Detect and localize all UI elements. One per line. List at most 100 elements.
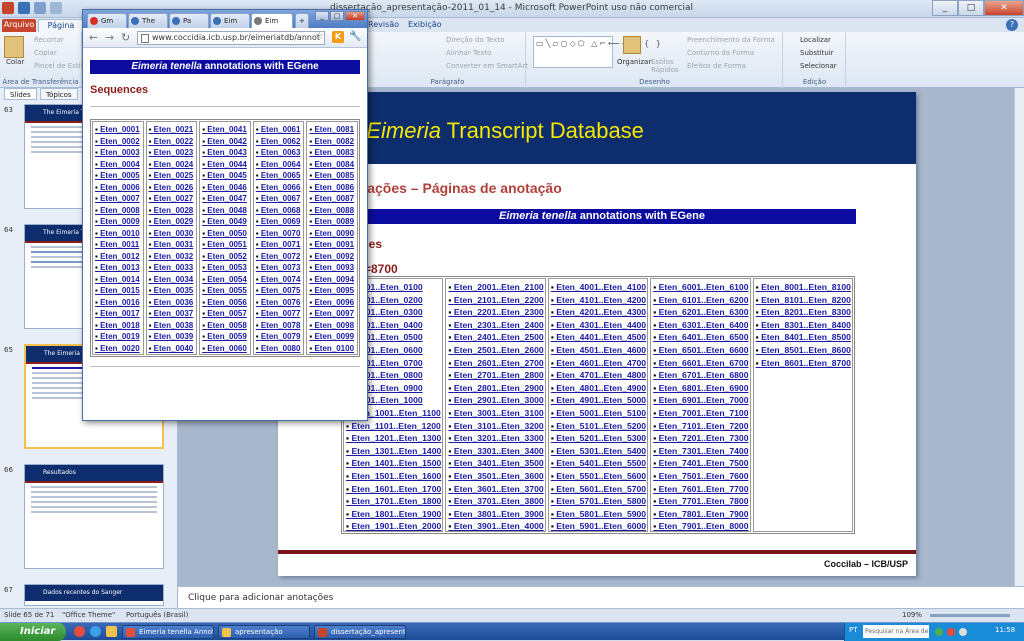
format-painter-button[interactable]: Pincel de Estilo (34, 62, 87, 70)
vertical-scrollbar[interactable] (1014, 88, 1024, 586)
sequence-link[interactable]: Eten_0016 (93, 297, 143, 309)
sequence-link[interactable]: Eten_0099 (307, 331, 357, 343)
sequence-link[interactable]: Eten_0056 (200, 297, 250, 309)
sequence-link[interactable]: Eten_4601..Eten_4700 (549, 357, 647, 370)
sequence-link[interactable]: Eten_0076 (254, 297, 304, 309)
sequence-link[interactable]: Eten_0039 (147, 331, 197, 343)
sequence-link[interactable]: Eten_0049 (200, 216, 250, 228)
sequence-link[interactable]: Eten_8301..Eten_8400 (754, 319, 852, 332)
sequence-link[interactable]: Eten_0100 (307, 343, 357, 355)
paste-button[interactable]: Colar (6, 58, 24, 66)
text-direction-button[interactable]: Direção do Texto (446, 36, 504, 44)
browser-tab[interactable]: Eim (210, 13, 250, 28)
sequence-link[interactable]: Eten_7001..Eten_7100 (651, 407, 749, 420)
browser-window[interactable]: Gm The Pa Eim Eim + _ □ ✕ ← → ↻ www.cocc… (82, 9, 368, 421)
sequence-link[interactable]: Eten_1801..Eten_1900 (344, 508, 442, 521)
sequence-link[interactable]: Eten_2601..Eten_2700 (446, 357, 544, 370)
sequence-link[interactable]: Eten_0004 (93, 159, 143, 171)
sequence-link[interactable]: Eten_5201..Eten_5300 (549, 432, 647, 445)
shapes-gallery[interactable]: ▭╲▱○◇⬠ △⌐⟵⟶☆{ } (533, 36, 661, 68)
sequence-link[interactable]: Eten_0019 (93, 331, 143, 343)
taskbar-browser[interactable]: Eimeria tenella Annot... (122, 625, 214, 639)
browser-close-button[interactable]: ✕ (345, 11, 365, 21)
sequence-link[interactable]: Eten_0095 (307, 285, 357, 297)
sequence-link[interactable]: Eten_5301..Eten_5400 (549, 445, 647, 458)
sequence-link[interactable]: Eten_0027 (147, 193, 197, 205)
sequence-link[interactable]: Eten_6901..Eten_7000 (651, 394, 749, 407)
sequence-link[interactable]: Eten_0052 (200, 251, 250, 263)
sequence-link[interactable]: Eten_0097 (307, 308, 357, 320)
sequence-link[interactable]: Eten_0003 (93, 147, 143, 159)
sequence-link[interactable]: Eten_3401..Eten_3500 (446, 457, 544, 470)
sequence-link[interactable]: Eten_0085 (307, 170, 357, 182)
sequence-link[interactable]: Eten_5801..Eten_5900 (549, 508, 647, 521)
sequence-link[interactable]: Eten_3201..Eten_3300 (446, 432, 544, 445)
sequence-link[interactable]: Eten_0065 (254, 170, 304, 182)
sequence-link[interactable]: Eten_0096 (307, 297, 357, 309)
sequence-link[interactable]: Eten_0059 (200, 331, 250, 343)
sequence-link[interactable]: Eten_5601..Eten_5700 (549, 483, 647, 496)
browser-tab[interactable]: Gm (87, 13, 127, 28)
replace-button[interactable]: Substituir (800, 49, 834, 57)
sequence-link[interactable]: Eten_0080 (254, 343, 304, 355)
sequence-link[interactable]: Eten_0046 (200, 182, 250, 194)
browser-tab[interactable]: The (128, 13, 168, 28)
close-button[interactable]: ✕ (984, 0, 1024, 16)
sequence-link[interactable]: Eten_0084 (307, 159, 357, 171)
reload-icon[interactable]: ↻ (121, 31, 130, 44)
sequence-link[interactable]: Eten_0081 (307, 124, 357, 136)
sequence-link[interactable]: Eten_0089 (307, 216, 357, 228)
sequence-link[interactable]: Eten_5901..Eten_6000 (549, 520, 647, 533)
back-icon[interactable]: ← (89, 31, 98, 44)
tab-file[interactable]: Arquivo (2, 19, 36, 32)
sequence-link[interactable]: Eten_8501..Eten_8600 (754, 344, 852, 357)
sequence-link[interactable]: Eten_6401..Eten_6500 (651, 331, 749, 344)
sequence-link[interactable]: Eten_6801..Eten_6900 (651, 382, 749, 395)
sequence-link[interactable]: Eten_0040 (147, 343, 197, 355)
quick-styles-button[interactable]: Estilos Rápidos (651, 58, 679, 74)
sequence-link[interactable]: Eten_1901..Eten_2000 (344, 520, 442, 533)
sequence-link[interactable]: Eten_2501..Eten_2600 (446, 344, 544, 357)
sequence-link[interactable]: Eten_0008 (93, 205, 143, 217)
sequence-link[interactable]: Eten_6101..Eten_6200 (651, 294, 749, 307)
sequence-link[interactable]: Eten_3601..Eten_3700 (446, 483, 544, 496)
sequence-link[interactable]: Eten_7201..Eten_7300 (651, 432, 749, 445)
sequence-link[interactable]: Eten_0023 (147, 147, 197, 159)
volume-icon[interactable] (959, 628, 967, 636)
cut-button[interactable]: Recortar (34, 36, 64, 44)
sequence-link[interactable]: Eten_0024 (147, 159, 197, 171)
sequence-link[interactable]: Eten_5701..Eten_5800 (549, 495, 647, 508)
slide-thumbnail[interactable]: Resultados (24, 464, 164, 569)
sequence-link[interactable]: Eten_2301..Eten_2400 (446, 319, 544, 332)
sequence-link[interactable]: Eten_2901..Eten_3000 (446, 394, 544, 407)
extension-icon[interactable]: K (332, 31, 344, 43)
sequence-link[interactable]: Eten_0070 (254, 228, 304, 240)
sequence-link[interactable]: Eten_3901..Eten_4000 (446, 520, 544, 533)
network-icon[interactable] (935, 628, 943, 636)
sequence-link[interactable]: Eten_1301..Eten_1400 (344, 445, 442, 458)
find-button[interactable]: Localizar (800, 36, 831, 44)
sequence-link[interactable]: Eten_3701..Eten_3800 (446, 495, 544, 508)
sequence-link[interactable]: Eten_0050 (200, 228, 250, 240)
sequence-link[interactable]: Eten_0077 (254, 308, 304, 320)
arrange-icon[interactable] (623, 36, 641, 54)
tab-outline[interactable]: Tópicos (40, 88, 78, 100)
sequence-link[interactable]: Eten_7501..Eten_7600 (651, 470, 749, 483)
sequence-link[interactable]: Eten_7101..Eten_7200 (651, 420, 749, 433)
sequence-link[interactable]: Eten_2801..Eten_2900 (446, 382, 544, 395)
sequence-link[interactable]: Eten_6001..Eten_6100 (651, 281, 749, 294)
notes-pane[interactable]: Clique para adicionar anotações (178, 586, 1024, 608)
sequence-link[interactable]: Eten_0071 (254, 239, 304, 251)
bookmark-star-icon[interactable]: ☆ (315, 31, 324, 42)
sequence-link[interactable]: Eten_5101..Eten_5200 (549, 420, 647, 433)
sequence-link[interactable]: Eten_0060 (200, 343, 250, 355)
address-bar[interactable]: www.coccidia.icb.usp.br/eimeriatdb/annot (137, 31, 325, 45)
save-icon[interactable] (18, 2, 30, 14)
sequence-link[interactable]: Eten_6601..Eten_6700 (651, 357, 749, 370)
sequence-link[interactable]: Eten_0090 (307, 228, 357, 240)
undo-icon[interactable] (34, 2, 46, 14)
sequence-link[interactable]: Eten_0063 (254, 147, 304, 159)
chrome-icon[interactable] (74, 626, 85, 637)
sequence-link[interactable]: Eten_0018 (93, 320, 143, 332)
sequence-link[interactable]: Eten_2101..Eten_2200 (446, 294, 544, 307)
